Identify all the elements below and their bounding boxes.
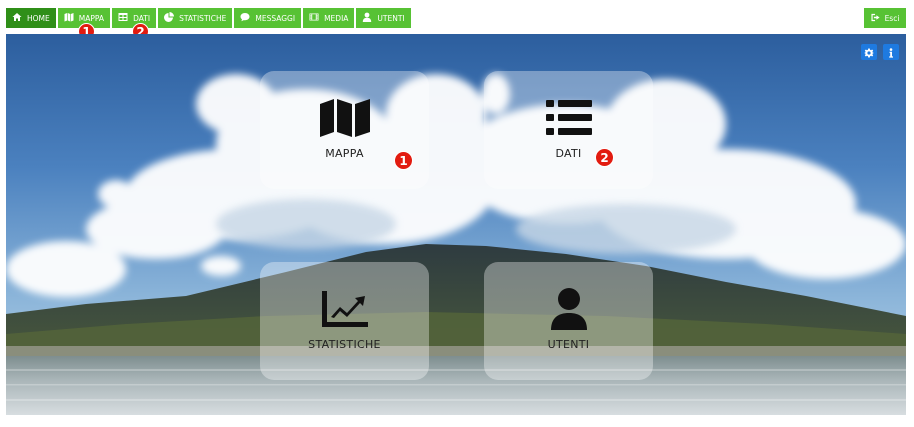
pie-chart-icon xyxy=(164,12,175,24)
nav-mappa-label: MAPPA xyxy=(78,13,105,23)
tile-dati[interactable]: DATI xyxy=(484,71,653,189)
top-navigation-bar: HOME MAPPA DATI STATISTICHE MESSAGGI MED… xyxy=(0,0,914,40)
nav-dati-label: DATI xyxy=(133,13,151,23)
main-nav: HOME MAPPA DATI STATISTICHE MESSAGGI MED… xyxy=(6,8,411,28)
film-icon xyxy=(309,12,319,24)
settings-button[interactable] xyxy=(861,44,877,60)
tile-dati-label: DATI xyxy=(555,147,582,160)
tile-utenti-label: UTENTI xyxy=(547,338,590,351)
user-icon xyxy=(362,12,372,24)
nav-home-button[interactable]: HOME xyxy=(6,8,56,28)
lake-landscape-background xyxy=(6,34,906,415)
nav-utenti-label: UTENTI xyxy=(377,13,405,23)
nav-media-button[interactable]: MEDIA xyxy=(303,8,355,28)
tile-mappa-label: MAPPA xyxy=(325,147,364,160)
map-icon xyxy=(319,97,371,139)
nav-utenti-button[interactable]: UTENTI xyxy=(356,8,411,28)
list-icon xyxy=(543,97,595,139)
exit-label: Esci xyxy=(884,13,900,23)
nav-messaggi-label: MESSAGGI xyxy=(255,13,296,23)
tile-statistiche[interactable]: STATISTICHE xyxy=(260,262,429,380)
info-icon xyxy=(886,43,896,62)
tile-utenti[interactable]: UTENTI xyxy=(484,262,653,380)
annotation-badge-2-tile: 2 xyxy=(595,148,614,167)
sign-out-icon xyxy=(871,13,880,24)
area-chart-icon xyxy=(319,288,371,330)
tile-statistiche-label: STATISTICHE xyxy=(308,338,381,351)
map-icon xyxy=(64,12,74,24)
user-icon xyxy=(543,288,595,330)
nav-media-label: MEDIA xyxy=(324,13,349,23)
gear-icon xyxy=(864,43,874,62)
nav-home-label: HOME xyxy=(27,13,50,23)
annotation-badge-1-tile: 1 xyxy=(394,151,413,170)
nav-statistiche-button[interactable]: STATISTICHE xyxy=(158,8,233,28)
hero-panel: MAPPA 1 DATI 2 STATISTICHE UTENTI xyxy=(6,34,906,415)
home-icon xyxy=(12,12,22,24)
info-button[interactable] xyxy=(883,44,899,60)
exit-button[interactable]: Esci xyxy=(864,8,906,28)
table-icon xyxy=(118,12,128,24)
comment-icon xyxy=(240,12,250,24)
nav-messaggi-button[interactable]: MESSAGGI xyxy=(234,8,302,28)
tile-mappa[interactable]: MAPPA xyxy=(260,71,429,189)
nav-statistiche-label: STATISTICHE xyxy=(179,13,227,23)
